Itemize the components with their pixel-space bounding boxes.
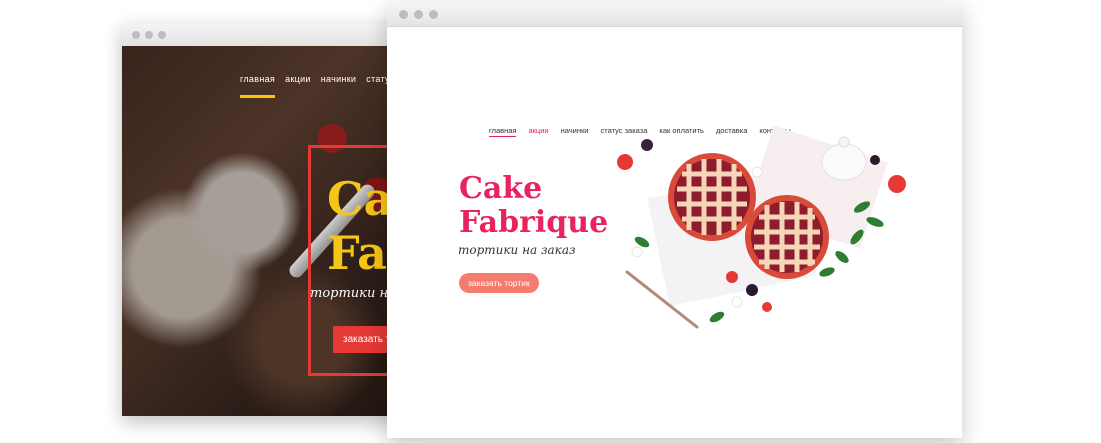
dot bbox=[414, 10, 423, 19]
nav-item-home[interactable]: главная bbox=[489, 126, 517, 137]
dot bbox=[132, 31, 140, 39]
order-cake-button[interactable]: заказать тортик bbox=[459, 273, 539, 293]
dot bbox=[399, 10, 408, 19]
page-title: Cake Fabrique bbox=[459, 172, 608, 240]
dot bbox=[158, 31, 166, 39]
blackberry bbox=[746, 284, 758, 296]
raspberry bbox=[762, 302, 772, 312]
strawberry bbox=[726, 271, 738, 283]
page-subtitle: тортики на заказ bbox=[458, 243, 576, 257]
title-line-2: Fabrique bbox=[459, 205, 609, 240]
back-nav-item-promos[interactable]: акции bbox=[285, 74, 311, 84]
title-line-1: Cake bbox=[459, 171, 543, 206]
blackberry bbox=[641, 139, 653, 151]
pies-illustration bbox=[617, 125, 906, 329]
nav-item-promos[interactable]: акции bbox=[528, 126, 548, 137]
front-browser-window: главная акции начинки статус заказа как … bbox=[387, 2, 962, 438]
nav-item-fillings[interactable]: начинки bbox=[561, 126, 589, 137]
window-dots-icon bbox=[399, 10, 438, 19]
back-nav-item-home[interactable]: главная bbox=[240, 74, 276, 98]
teapot-lid bbox=[838, 136, 850, 148]
front-window-titlebar bbox=[387, 2, 962, 27]
teapot bbox=[821, 143, 867, 181]
dot bbox=[429, 10, 438, 19]
dot bbox=[145, 31, 153, 39]
strawberry bbox=[888, 175, 906, 193]
window-dots-icon bbox=[132, 31, 166, 39]
back-browser-window: главная акции начинки статус заказа ка C… bbox=[122, 24, 422, 416]
blackberry bbox=[870, 155, 880, 165]
strawberry bbox=[617, 154, 633, 170]
back-window-titlebar bbox=[122, 24, 422, 47]
back-nav-item-fillings[interactable]: начинки bbox=[321, 74, 357, 84]
pie-large-filling bbox=[674, 159, 750, 235]
